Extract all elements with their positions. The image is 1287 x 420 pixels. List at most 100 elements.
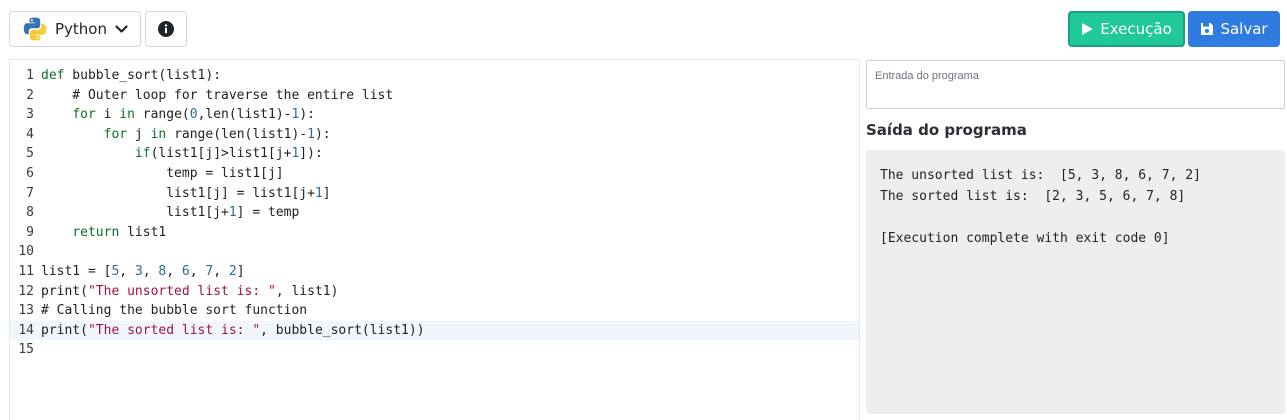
code-token: ]): [299, 146, 323, 162]
code-token: if [134, 146, 151, 162]
run-label: Execução [1100, 20, 1172, 38]
code-token: range( [134, 107, 190, 123]
code-text: return list1 [41, 223, 166, 243]
code-token: # Outer loop for traverse the entire lis… [41, 87, 394, 103]
code-token: for [103, 126, 128, 142]
code-token: i [95, 107, 120, 123]
code-text: list1[j+1] = temp [41, 203, 299, 223]
code-text: for j in range(len(list1)-1): [41, 125, 331, 145]
code-token: , bubble_sort(list1)) [260, 322, 425, 338]
code-text: # Outer loop for traverse the entire lis… [41, 86, 393, 106]
code-line[interactable]: 10 [10, 242, 859, 262]
code-token: in [119, 107, 135, 123]
save-button[interactable]: Salvar [1188, 11, 1280, 47]
code-token: bubble_sort(list1): [64, 68, 222, 83]
line-number: 7 [26, 185, 34, 201]
code-text: list1[j] = list1[j+1] [41, 184, 331, 204]
code-line[interactable]: 3 for i in range(0,len(list1)-1): [10, 105, 859, 125]
code-token: ,len(list1)- [197, 107, 292, 123]
chevron-down-icon [115, 24, 128, 33]
code-token: print( [41, 322, 88, 338]
code-token: ] [236, 263, 245, 279]
code-line[interactable]: 7 list1[j] = list1[j+1] [10, 184, 859, 204]
code-token: , [142, 263, 159, 279]
code-token: 3 [134, 263, 143, 279]
line-number: 10 [18, 244, 34, 260]
code-token: , list1) [275, 283, 339, 299]
line-number: 5 [26, 146, 34, 162]
line-number: 2 [26, 87, 34, 103]
code-text: # Calling the bubble sort function [41, 301, 307, 321]
line-number: 4 [26, 126, 34, 142]
code-token: "The sorted list is: " [87, 322, 261, 338]
python-logo-icon [23, 17, 47, 41]
code-line[interactable]: 9 return list1 [10, 223, 859, 243]
program-input-field[interactable]: Entrada do programa [866, 60, 1285, 109]
code-token: "The unsorted list is: " [87, 283, 276, 299]
line-number: 12 [18, 283, 34, 299]
language-select-button[interactable]: Python [9, 11, 141, 47]
code-token: 1 [307, 126, 315, 142]
code-lines: 1 def bubble_sort(list1): 2 # Outer loop f… [10, 66, 859, 360]
code-editor[interactable]: 1 def bubble_sort(list1): 2 # Outer loop f… [9, 59, 860, 420]
line-number: 9 [26, 224, 34, 240]
code-line[interactable]: 14 print("The sorted list is: ", bubble_s… [10, 320, 859, 341]
code-line[interactable]: 15 [10, 340, 859, 360]
code-token: return [72, 224, 120, 240]
code-token: j [127, 126, 151, 142]
code-token: for [72, 107, 96, 123]
code-token: print( [41, 283, 88, 299]
code-token: , [119, 263, 135, 279]
code-line[interactable]: 8 list1[j+1] = temp [10, 203, 859, 223]
code-token: , [189, 263, 206, 279]
code-token: # Calling the bubble sort function [41, 303, 308, 319]
code-line[interactable]: 1 def bubble_sort(list1): [10, 66, 859, 86]
code-token: ): [299, 107, 315, 123]
code-line[interactable]: 5 if(list1[j]>list1[j+1]): [10, 144, 859, 164]
output-line: [Execution complete with exit code 0] [880, 231, 1170, 246]
code-line[interactable]: 2 # Outer loop for traverse the entire l… [10, 86, 859, 106]
line-number: 6 [26, 165, 34, 181]
code-line[interactable]: 11 list1 = [5, 3, 8, 6, 7, 2] [10, 262, 859, 282]
code-token: 1 [228, 205, 237, 221]
program-output-panel: The unsorted list is: [5, 3, 8, 6, 7, 2]… [866, 150, 1285, 414]
code-token: ] = temp [236, 205, 300, 221]
code-line[interactable]: 4 for j in range(len(list1)-1): [10, 125, 859, 145]
line-number: 13 [18, 303, 34, 319]
code-token: 0 [189, 107, 198, 123]
line-number: 14 [18, 322, 34, 338]
code-line[interactable]: 12 print("The unsorted list is: ", list1) [10, 282, 859, 302]
code-token: range(len(list1)- [166, 126, 308, 142]
code-token: in [150, 126, 167, 142]
play-icon [1082, 23, 1094, 35]
info-button[interactable] [145, 11, 187, 47]
code-text: list1 = [5, 3, 8, 6, 7, 2] [41, 262, 245, 282]
code-token: (list1[j]>list1[j+ [150, 146, 292, 162]
code-token: ] [322, 185, 331, 201]
code-token: def [41, 68, 65, 83]
code-token: list1 = [ [41, 263, 112, 279]
info-icon [158, 21, 174, 37]
code-text: for i in range(0,len(list1)-1): [41, 105, 315, 125]
code-token: list1[j] = list1[j+ [41, 185, 315, 201]
line-number: 1 [26, 68, 34, 83]
run-button[interactable]: Execução [1068, 11, 1185, 47]
output-title: Saída do programa [866, 121, 1027, 139]
code-token: 2 [228, 263, 237, 279]
line-number: 3 [26, 107, 34, 123]
output-line: The sorted list is: [2, 3, 5, 6, 7, 8] [880, 189, 1186, 204]
language-label: Python [55, 20, 107, 38]
code-line[interactable]: 6 temp = list1[j] [10, 164, 859, 184]
code-token: list1 [119, 224, 167, 240]
code-text: print("The sorted list is: ", bubble_sor… [41, 321, 425, 341]
code-line[interactable]: 13 # Calling the bubble sort function [10, 301, 859, 321]
code-token: 1 [314, 185, 323, 201]
code-token: , [213, 263, 229, 279]
floppy-disk-icon [1201, 23, 1214, 35]
save-label: Salvar [1220, 20, 1268, 38]
